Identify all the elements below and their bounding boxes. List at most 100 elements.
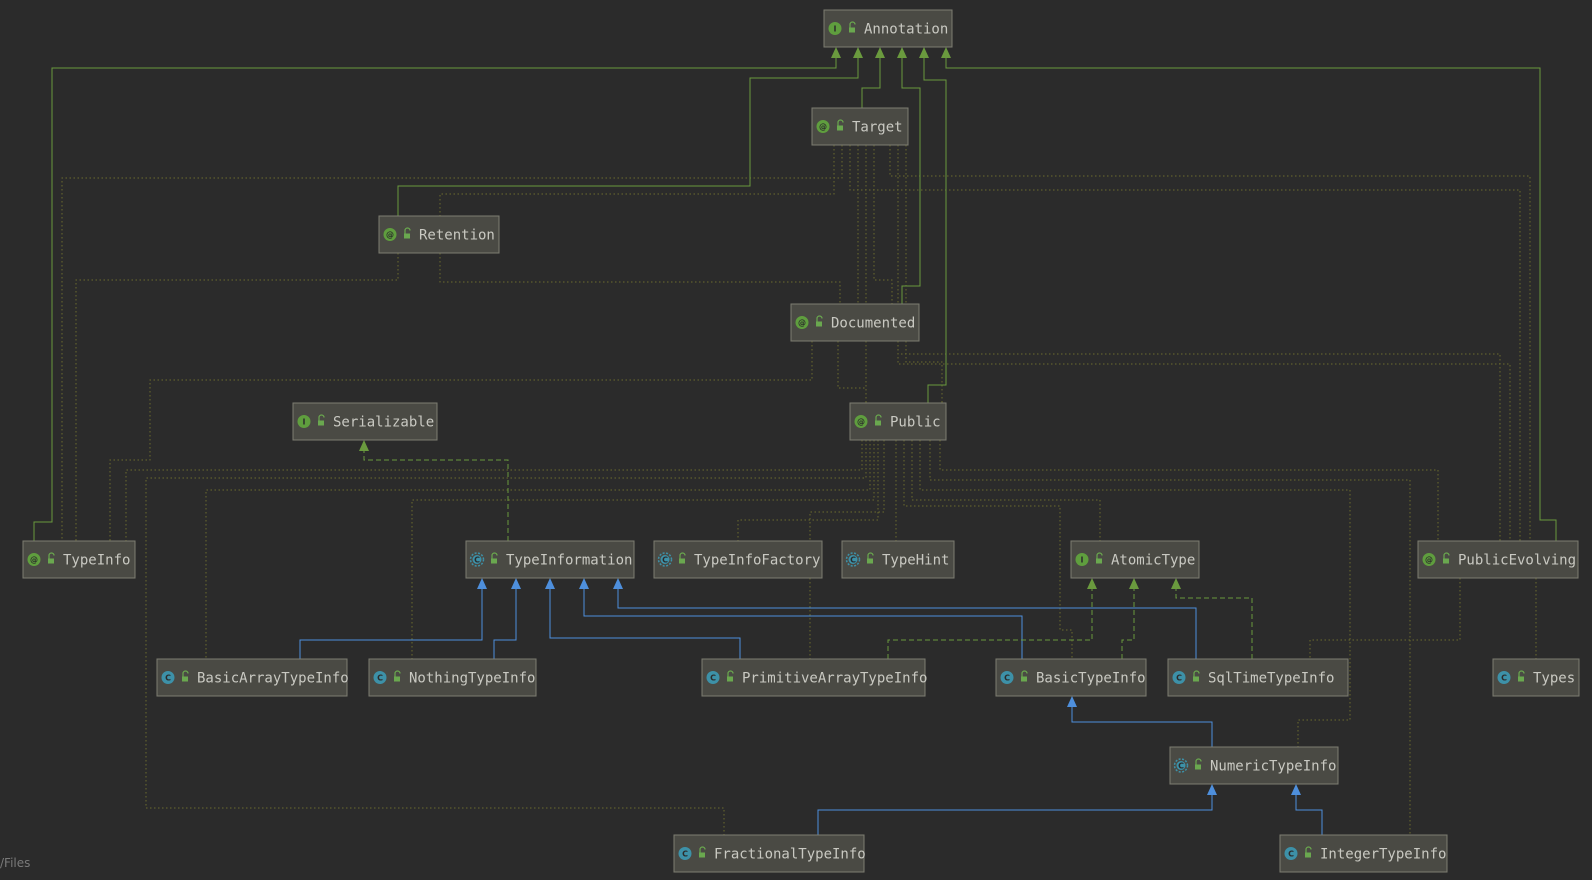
node-documented[interactable]: @ Documented bbox=[790, 303, 920, 342]
svg-text:@: @ bbox=[819, 123, 827, 132]
class-nodes: I Annotation @ Target @ Retention @ Documented I… bbox=[22, 9, 1580, 873]
svg-text:@: @ bbox=[798, 319, 806, 328]
node-label: Target bbox=[852, 120, 903, 136]
arrowhead-typeinfo-to-annotation bbox=[831, 47, 841, 58]
svg-text:I: I bbox=[303, 418, 306, 427]
node-typeinfofactory[interactable]: C TypeInfoFactory bbox=[653, 540, 823, 579]
annotation-usage-connector bbox=[919, 440, 1351, 747]
class-icon: C bbox=[1172, 671, 1186, 684]
annotation-usage-connector bbox=[873, 145, 893, 304]
node-nothingtypeinfo[interactable]: C NothingTypeInfo bbox=[368, 658, 537, 697]
node-public[interactable]: @ Public bbox=[849, 402, 947, 441]
edge-sqltimetypeinfo-to-typeinformation bbox=[617, 588, 1197, 659]
annotation-usage-connector bbox=[439, 253, 841, 304]
annotation-usage-connector bbox=[439, 145, 835, 216]
svg-text:C: C bbox=[1176, 674, 1182, 683]
node-label: Retention bbox=[419, 228, 495, 244]
interface-icon: I bbox=[297, 415, 311, 428]
node-primitivearraytypeinfo[interactable]: C PrimitiveArrayTypeInfo bbox=[701, 658, 927, 697]
annotation-icon: @ bbox=[383, 228, 397, 241]
svg-text:C: C bbox=[662, 556, 668, 565]
edge-publicevolving-to-annotation bbox=[945, 57, 1557, 541]
edge-sqltimetypeinfo-to-atomictype bbox=[1175, 588, 1253, 659]
class-icon: C bbox=[678, 847, 692, 860]
arrowhead-basicarraytypeinfo-to-typeinformation bbox=[477, 578, 487, 589]
node-basicarraytypeinfo[interactable]: C BasicArrayTypeInfo bbox=[156, 658, 349, 697]
uml-class-diagram: I Annotation @ Target @ Retention @ Documented I… bbox=[22, 9, 1580, 873]
node-annotation[interactable]: I Annotation bbox=[823, 9, 953, 48]
annotation-usage-connector bbox=[849, 145, 1521, 541]
svg-text:@: @ bbox=[30, 556, 38, 565]
annotation-usage-edges bbox=[61, 145, 1537, 835]
annotation-icon: @ bbox=[1422, 553, 1436, 566]
edge-nothingtypeinfo-to-typeinformation bbox=[493, 588, 517, 659]
node-numerictypeinfo[interactable]: C NumericTypeInfo bbox=[1169, 746, 1339, 785]
arrowhead-retention-to-annotation bbox=[853, 47, 863, 58]
node-integertypeinfo[interactable]: C IntegerTypeInfo bbox=[1279, 834, 1448, 873]
edge-integertypeinfo-to-numerictypeinfo bbox=[1295, 794, 1323, 835]
node-basictypeinfo[interactable]: C BasicTypeInfo bbox=[995, 658, 1147, 697]
node-atomictype[interactable]: I AtomicType bbox=[1070, 540, 1200, 579]
node-typeinformation[interactable]: C TypeInformation bbox=[465, 540, 635, 579]
node-target[interactable]: @ Target bbox=[811, 107, 909, 146]
arrowhead-typeinformation-to-serializable bbox=[359, 440, 369, 451]
node-label: IntegerTypeInfo bbox=[1320, 847, 1446, 863]
node-label: TypeInfoFactory bbox=[694, 553, 820, 569]
node-serializable[interactable]: I Serializable bbox=[292, 402, 438, 441]
node-fractionaltypeinfo[interactable]: C FractionalTypeInfo bbox=[673, 834, 866, 873]
node-label: SqlTimeTypeInfo bbox=[1208, 671, 1334, 687]
edge-numerictypeinfo-to-basictypeinfo bbox=[1071, 706, 1213, 747]
annotation-usage-connector bbox=[109, 341, 813, 541]
class-icon: C bbox=[161, 671, 175, 684]
svg-text:C: C bbox=[165, 674, 171, 683]
arrowhead-basictypeinfo-to-typeinformation bbox=[579, 578, 589, 589]
interface-icon: I bbox=[828, 22, 842, 35]
svg-text:C: C bbox=[474, 556, 480, 565]
node-typehint[interactable]: C TypeHint bbox=[841, 540, 955, 579]
arrowhead-publicevolving-to-annotation bbox=[941, 47, 951, 58]
node-label: Documented bbox=[831, 316, 915, 332]
arrowhead-nothingtypeinfo-to-typeinformation bbox=[511, 578, 521, 589]
svg-text:C: C bbox=[1004, 674, 1010, 683]
edge-documented-to-annotation bbox=[901, 57, 921, 304]
svg-text:C: C bbox=[377, 674, 383, 683]
node-label: Serializable bbox=[333, 415, 434, 431]
class-icon: C bbox=[1497, 671, 1511, 684]
svg-text:@: @ bbox=[386, 231, 394, 240]
edge-fractionaltypeinfo-to-numerictypeinfo bbox=[817, 794, 1213, 835]
node-typeinfo[interactable]: @ TypeInfo bbox=[22, 540, 136, 579]
annotation-usage-connector bbox=[1309, 578, 1461, 659]
node-types[interactable]: C Types bbox=[1492, 658, 1580, 697]
annotation-icon: @ bbox=[27, 553, 41, 566]
annotation-usage-connector bbox=[837, 341, 867, 403]
annotation-icon: @ bbox=[795, 316, 809, 329]
node-label: BasicArrayTypeInfo bbox=[197, 671, 349, 687]
svg-text:I: I bbox=[1081, 556, 1084, 565]
annotation-icon: @ bbox=[816, 120, 830, 133]
footer-label: /Files bbox=[0, 856, 31, 870]
node-label: AtomicType bbox=[1111, 553, 1195, 569]
edge-retention-to-annotation bbox=[397, 57, 859, 216]
arrowhead-sqltimetypeinfo-to-typeinformation bbox=[613, 578, 623, 589]
node-sqltimetypeinfo[interactable]: C SqlTimeTypeInfo bbox=[1167, 658, 1349, 697]
annotation-usage-connector bbox=[75, 253, 399, 541]
edge-target-to-annotation bbox=[861, 57, 881, 108]
node-retention[interactable]: @ Retention bbox=[378, 215, 500, 254]
annotation-usage-connector bbox=[897, 145, 1501, 541]
node-label: PrimitiveArrayTypeInfo bbox=[742, 671, 927, 687]
annotation-usage-connector bbox=[889, 145, 1531, 541]
node-label: BasicTypeInfo bbox=[1036, 671, 1146, 687]
edge-basictypeinfo-to-typeinformation bbox=[583, 588, 1023, 659]
class-icon: C bbox=[373, 671, 387, 684]
node-label: PublicEvolving bbox=[1458, 553, 1576, 569]
node-publicevolving[interactable]: @ PublicEvolving bbox=[1417, 540, 1579, 579]
arrowhead-documented-to-annotation bbox=[897, 47, 907, 58]
svg-text:C: C bbox=[710, 674, 716, 683]
svg-text:@: @ bbox=[857, 418, 865, 427]
node-label: FractionalTypeInfo bbox=[714, 847, 866, 863]
edge-typeinformation-to-serializable bbox=[363, 450, 509, 541]
arrowhead-integertypeinfo-to-numerictypeinfo bbox=[1291, 784, 1301, 795]
annotation-usage-connector bbox=[61, 145, 843, 541]
node-label: Types bbox=[1533, 671, 1575, 687]
class-icon: C bbox=[1000, 671, 1014, 684]
